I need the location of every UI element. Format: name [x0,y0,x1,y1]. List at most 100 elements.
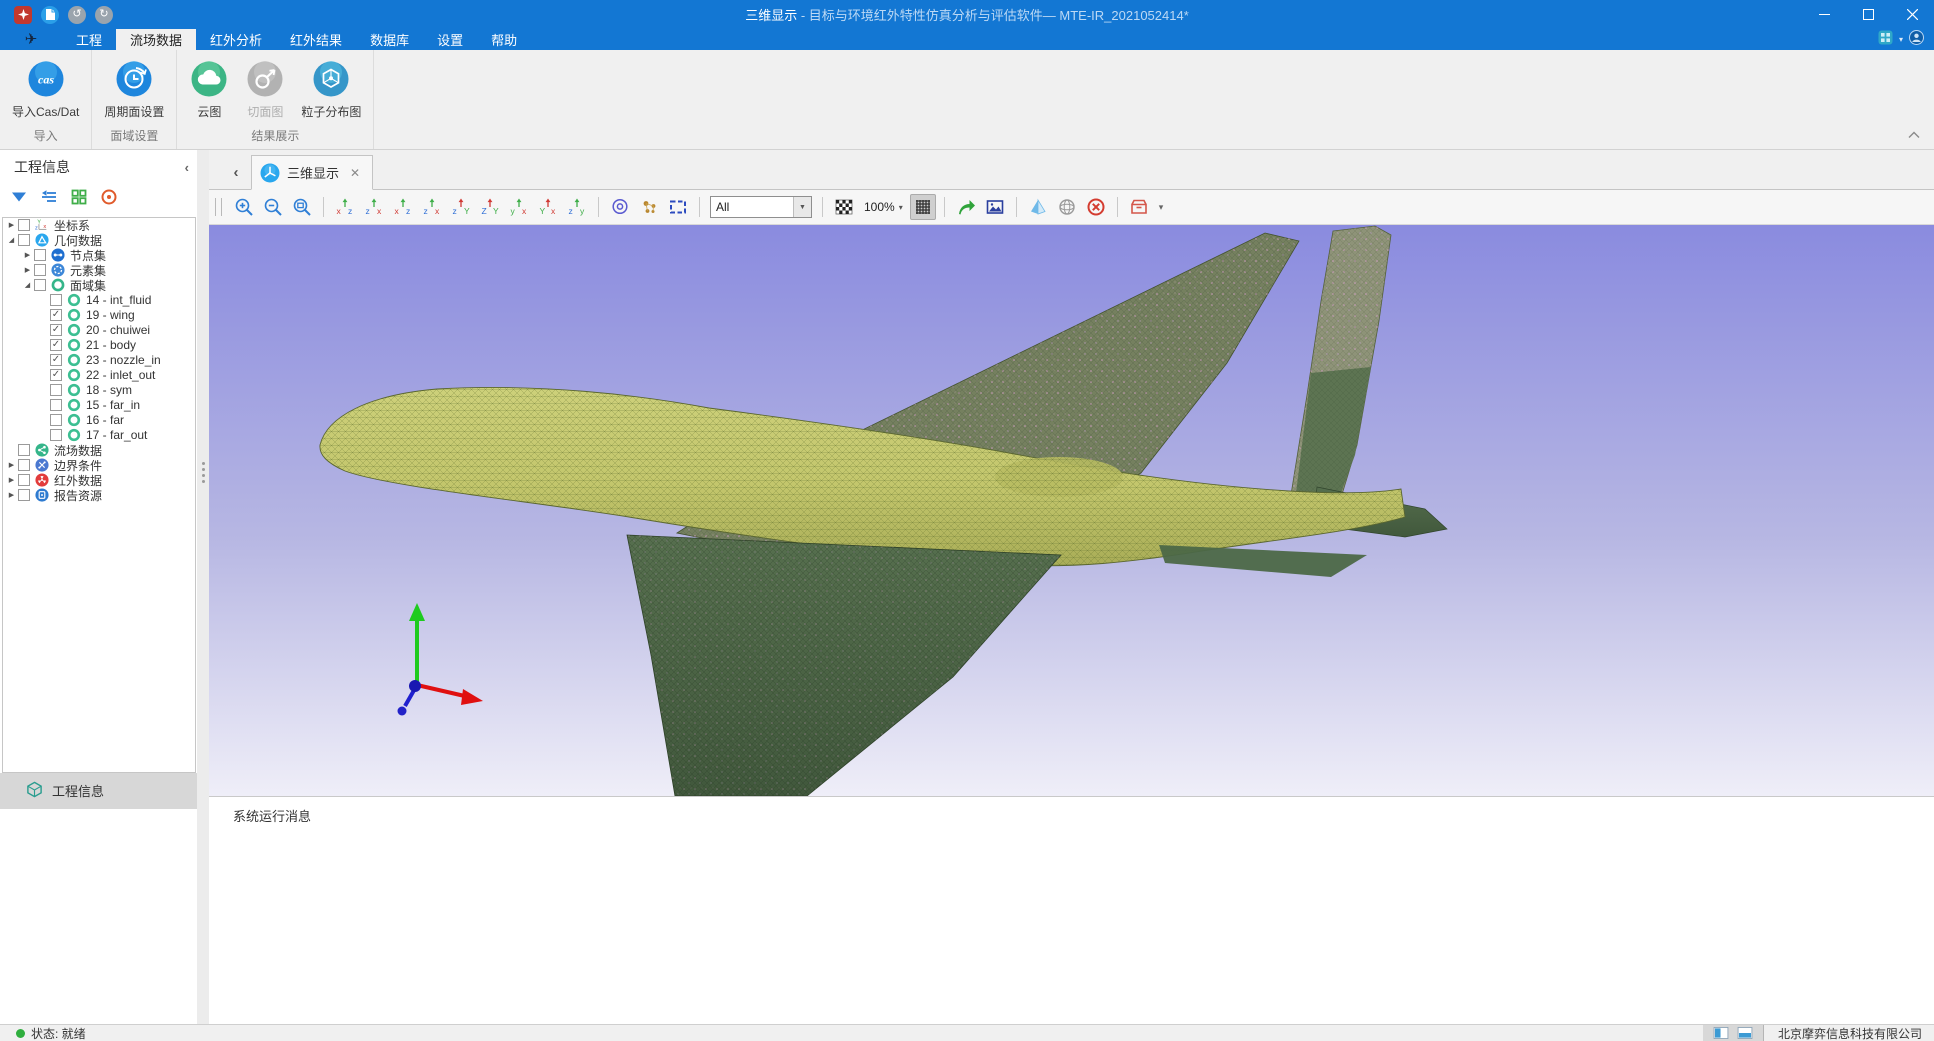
panel-footer-tab[interactable]: 工程信息 [0,773,197,809]
zoom-window-icon[interactable] [289,194,315,220]
apps-grid-icon[interactable] [1878,30,1893,50]
tree-item[interactable]: ▶红外数据 [3,473,195,488]
tree-checkbox[interactable] [18,219,30,231]
tree-item[interactable]: 流场数据 [3,443,195,458]
tree-item[interactable]: 16 - far [3,413,195,428]
tree-expander-icon[interactable]: ▶ [5,476,18,484]
layout-bottom-icon[interactable] [1737,1027,1753,1039]
tree-checkbox[interactable] [18,234,30,246]
tree-item[interactable]: ✓19 - wing [3,308,195,323]
locate-icon[interactable] [99,187,119,207]
tree-checkbox[interactable] [34,249,46,261]
panel-splitter[interactable] [197,150,209,1024]
view-left-icon[interactable]: xz [390,194,416,220]
tree-item[interactable]: 17 - far_out [3,428,195,443]
export-icon[interactable] [953,194,979,220]
menu-item-settings[interactable]: 设置 [423,29,477,50]
combo-dropdown-icon[interactable]: ▼ [793,197,811,217]
tree-checkbox[interactable] [34,264,46,276]
dropdown-caret-icon[interactable]: ▾ [1899,35,1903,44]
tree-item[interactable]: ◢面域集 [3,278,195,293]
display-filter-combo[interactable]: All▼ [710,196,812,218]
tree-item[interactable]: 18 - sym [3,383,195,398]
redo-icon[interactable]: ↻ [95,6,113,24]
tree-expander-icon[interactable]: ▶ [21,251,34,259]
rect-select-icon[interactable] [665,194,691,220]
zoom-in-icon[interactable] [231,194,257,220]
undo-icon[interactable]: ↺ [68,6,86,24]
tree-item[interactable]: ▶报告资源 [3,488,195,503]
view-right-icon[interactable]: zx [419,194,445,220]
tree-expander-icon[interactable]: ◢ [5,236,18,244]
view-iso-front-icon[interactable]: yx [506,194,532,220]
tab-scroll-left-icon[interactable]: ‹ [221,155,251,189]
grid-toggle-icon[interactable] [910,194,936,220]
screenshot-icon[interactable] [982,194,1008,220]
tree-checkbox[interactable]: ✓ [50,324,62,336]
tree-item[interactable]: ◢几何数据 [3,233,195,248]
tree-checkbox[interactable] [50,414,62,426]
tree-item[interactable]: 14 - int_fluid [3,293,195,308]
maximize-button[interactable] [1846,0,1890,29]
tree-expander-icon[interactable]: ▶ [21,266,34,274]
tree-checkbox[interactable] [50,384,62,396]
filter-icon[interactable] [9,187,29,207]
tree-expander-icon[interactable]: ▶ [5,461,18,469]
menu-item-help[interactable]: 帮助 [477,29,531,50]
list-settings-icon[interactable] [39,187,59,207]
tree-checkbox[interactable]: ✓ [50,339,62,351]
view-iso-back-icon[interactable]: Yx [535,194,561,220]
tree-item[interactable]: ▶元素集 [3,263,195,278]
menu-item-flow-field[interactable]: 流场数据 [116,29,196,50]
viewport-3d[interactable] [209,225,1934,796]
panel-collapse-icon[interactable]: ‹ [185,160,189,175]
zoom-out-icon[interactable] [260,194,286,220]
particle-select-icon[interactable] [636,194,662,220]
ribbon-button-particle-distribution[interactable]: 粒子分布图 [295,54,367,125]
ribbon-button-cloud-map[interactable]: 云图 [183,54,235,125]
view-back-icon[interactable]: zx [361,194,387,220]
close-button[interactable] [1890,0,1934,29]
ribbon-button-periodic-face[interactable]: 周期面设置 [98,54,170,125]
tree-checkbox[interactable]: ✓ [50,309,62,321]
view-bottom-icon[interactable]: ZY [477,194,503,220]
section-box-icon[interactable] [1126,194,1152,220]
tree-checkbox[interactable] [18,489,30,501]
zoom-level-select[interactable]: 100%▾ [860,200,907,214]
tree-item[interactable]: ▶节点集 [3,248,195,263]
tree-checkbox[interactable]: ✓ [50,369,62,381]
new-file-icon[interactable] [41,6,59,24]
tree-item[interactable]: ✓23 - nozzle_in [3,353,195,368]
locate-point-icon[interactable] [607,194,633,220]
cancel-icon[interactable] [1083,194,1109,220]
tab-3d-view[interactable]: 三维显示 ✕ [251,155,373,190]
tree-item[interactable]: ▶Yzx坐标系 [3,218,195,233]
tree-checkbox[interactable] [18,459,30,471]
tree-item[interactable]: 15 - far_in [3,398,195,413]
menu-item-database[interactable]: 数据库 [356,29,423,50]
view-top-icon[interactable]: zY [448,194,474,220]
menu-item-project[interactable]: 工程 [62,29,116,50]
collapse-ribbon-icon[interactable] [1908,126,1920,144]
tree-item[interactable]: ✓20 - chuiwei [3,323,195,338]
tree-expander-icon[interactable]: ◢ [21,281,34,289]
minimize-button[interactable] [1802,0,1846,29]
tree-item[interactable]: ✓22 - inlet_out [3,368,195,383]
ribbon-button-cas-import[interactable]: cas导入Cas/Dat [6,54,85,125]
tree-item[interactable]: ✓21 - body [3,338,195,353]
grid-view-icon[interactable] [69,187,89,207]
tree-expander-icon[interactable]: ▶ [5,221,18,229]
sphere-icon[interactable] [1054,194,1080,220]
toolbar-overflow-caret-icon[interactable]: ▾ [1155,202,1168,213]
mirror-icon[interactable] [1025,194,1051,220]
tab-close-icon[interactable]: ✕ [350,166,360,180]
tree-expander-icon[interactable]: ▶ [5,491,18,499]
view-front-icon[interactable]: xz [332,194,358,220]
tree-item[interactable]: ▶边界条件 [3,458,195,473]
menu-item-ir-result[interactable]: 红外结果 [276,29,356,50]
menu-item-ir-analysis[interactable]: 红外分析 [196,29,276,50]
view-iso-top-icon[interactable]: zy [564,194,590,220]
tree-checkbox[interactable] [34,279,46,291]
tree-checkbox[interactable] [18,444,30,456]
tree-checkbox[interactable]: ✓ [50,354,62,366]
